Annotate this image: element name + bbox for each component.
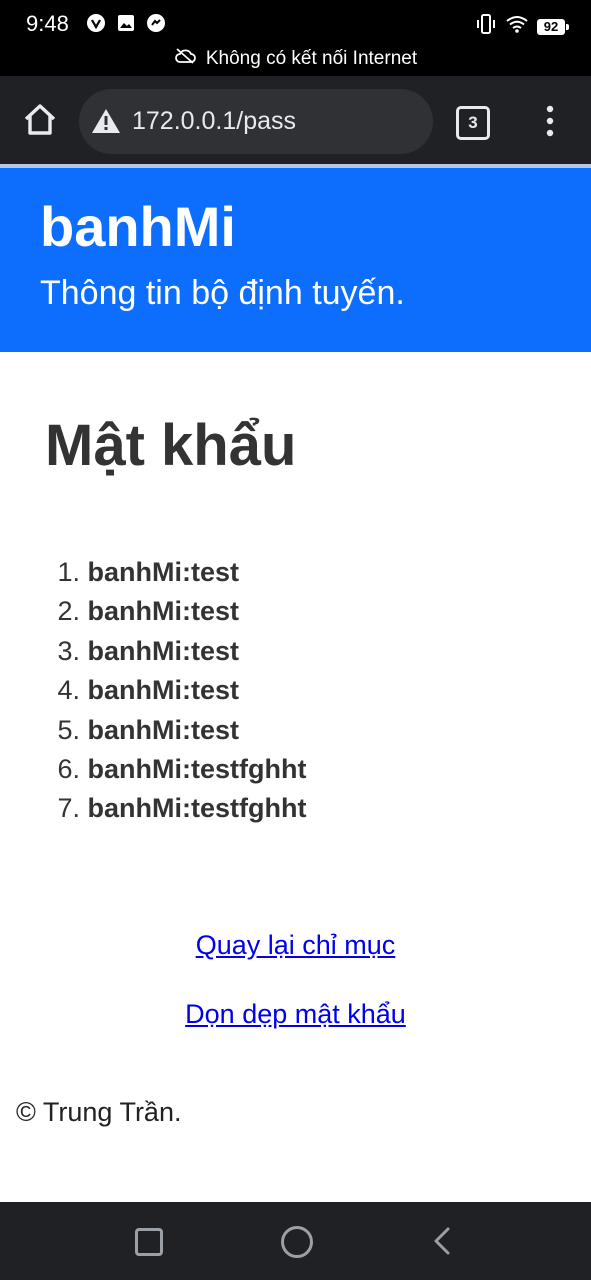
copyright-footer: © Trung Trần. <box>16 1097 182 1127</box>
list-item: 3. banhMi:test <box>44 632 306 671</box>
offline-text: Không có kết nối Internet <box>205 48 418 70</box>
site-brand: banhMi <box>40 195 236 258</box>
back-to-index-link[interactable]: Quay lại chỉ mục <box>0 930 591 961</box>
warning-icon[interactable] <box>91 107 121 135</box>
cloud-off-icon <box>174 48 196 70</box>
list-number: 5. <box>57 714 80 745</box>
wifi-icon <box>505 14 529 39</box>
site-subtitle: Thông tin bộ định tuyến. <box>40 274 405 312</box>
back-button[interactable] <box>430 1226 454 1256</box>
home-icon <box>24 104 56 135</box>
list-number: 7. <box>57 793 80 824</box>
list-number: 1. <box>57 557 80 587</box>
home-button[interactable] <box>18 98 62 142</box>
system-status-icons: 92 <box>475 13 569 40</box>
list-number: 3. <box>57 635 80 666</box>
clear-passwords-link[interactable]: Dọn dẹp mật khẩu <box>0 999 591 1030</box>
password-list: 1. banhMi:test 2. banhMi:test 3. banhMi:… <box>44 553 306 829</box>
password-value: banhMi:test <box>87 557 240 587</box>
home-nav-button[interactable] <box>281 1226 313 1258</box>
list-number: 4. <box>57 675 80 706</box>
password-value: banhMi:test <box>87 675 240 706</box>
status-bar: 9:48 92 Không có kết nối Internet <box>0 0 591 76</box>
list-item: 6. banhMi:testfghht <box>44 750 306 789</box>
tab-switcher-button[interactable]: 3 <box>456 106 490 140</box>
overflow-menu-button[interactable] <box>540 104 560 138</box>
messenger-notification-icon <box>146 13 166 33</box>
password-value: banhMi:testfghht <box>87 753 307 784</box>
system-navigation-bar <box>0 1202 591 1280</box>
address-bar[interactable]: 172.0.0.1/pass <box>79 89 433 154</box>
notification-icons <box>86 13 166 33</box>
gallery-notification-icon <box>116 13 136 33</box>
recents-button[interactable] <box>135 1228 163 1256</box>
page-title: Mật khẩu <box>45 413 297 478</box>
password-value: banhMi:test <box>87 596 240 627</box>
password-value: banhMi:test <box>87 635 240 666</box>
password-value: banhMi:testfghht <box>87 793 307 824</box>
browser-toolbar: 172.0.0.1/pass 3 <box>0 76 591 164</box>
list-number: 2. <box>57 596 80 627</box>
list-number: 6. <box>57 753 80 784</box>
battery-indicator: 92 <box>537 18 569 35</box>
url-text[interactable]: 172.0.0.1/pass <box>132 107 296 136</box>
list-item: 2. banhMi:test <box>44 592 306 631</box>
list-item: 7. banhMi:testfghht <box>44 789 306 828</box>
password-value: banhMi:test <box>87 714 240 745</box>
site-header: banhMi Thông tin bộ định tuyến. <box>0 168 591 352</box>
back-chevron-icon <box>434 1227 450 1255</box>
list-item: 1. banhMi:test <box>44 553 306 592</box>
app-notification-icon <box>86 13 106 33</box>
list-item: 5. banhMi:test <box>44 711 306 750</box>
list-item: 4. banhMi:test <box>44 671 306 710</box>
vibrate-icon <box>475 13 497 40</box>
more-vert-icon <box>546 105 554 137</box>
offline-notice: Không có kết nối Internet <box>0 48 591 70</box>
status-time: 9:48 <box>26 11 69 36</box>
